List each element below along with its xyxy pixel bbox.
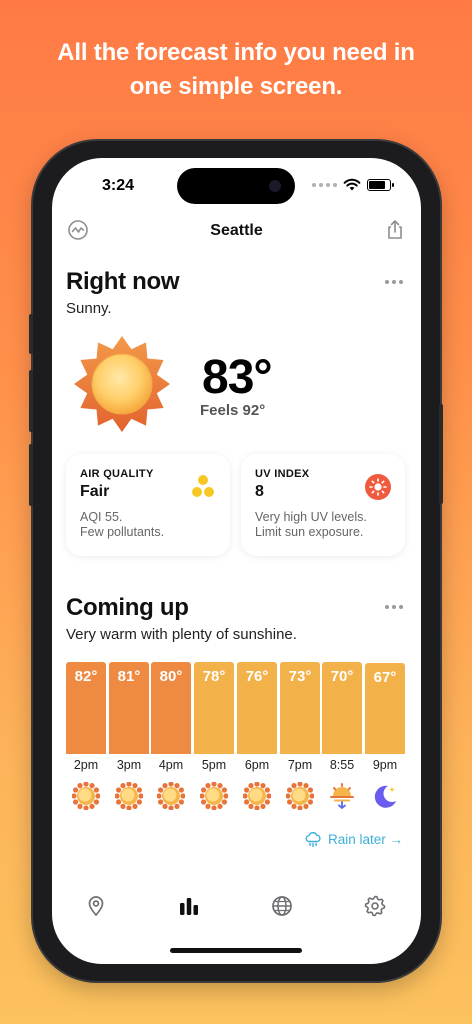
tagline-line-1: All the forecast info you need in bbox=[57, 39, 415, 66]
hour-label: 4pm bbox=[158, 758, 184, 772]
globe-icon[interactable] bbox=[270, 894, 294, 918]
uv-index-card[interactable]: UV INDEX 8 Very high UV levels. Limit su… bbox=[241, 454, 405, 556]
rain-cloud-icon bbox=[305, 831, 321, 848]
share-icon[interactable] bbox=[383, 218, 407, 242]
feels-like: Feels 92° bbox=[200, 402, 266, 419]
nav-bar: Seattle bbox=[52, 218, 421, 248]
dynamic-island bbox=[177, 168, 295, 204]
temperature-bar-label: 67° bbox=[373, 669, 397, 686]
uv-index-desc-1: Very high UV levels. bbox=[255, 510, 367, 524]
current-temperature: 83° bbox=[202, 351, 273, 404]
phone-volume-up bbox=[29, 370, 33, 432]
moon-icon bbox=[371, 782, 411, 810]
right-now-title: Right now bbox=[66, 268, 180, 295]
sun-icon bbox=[242, 781, 283, 811]
status-indicators bbox=[312, 178, 394, 191]
location-icon[interactable] bbox=[84, 894, 108, 918]
city-title[interactable]: Seattle bbox=[52, 222, 421, 240]
tagline: All the forecast info you need in one si… bbox=[0, 36, 472, 104]
hourly-temperature-chart: 82° 81° 80° 78° 76° 73° 70° 67° bbox=[66, 598, 406, 754]
sun-icon bbox=[285, 781, 326, 811]
sun-large-icon bbox=[74, 336, 170, 432]
hour-label: 3pm bbox=[116, 758, 142, 772]
air-quality-card[interactable]: AIR QUALITY Fair AQI 55. Few pollutants. bbox=[66, 454, 230, 556]
temperature-bar-label: 80° bbox=[159, 668, 183, 685]
phone-action-button bbox=[29, 314, 33, 354]
sun-icon bbox=[156, 781, 197, 811]
signal-icon bbox=[312, 182, 337, 187]
hour-label: 5pm bbox=[201, 758, 227, 772]
sun-icon bbox=[71, 781, 112, 811]
sun-icon bbox=[199, 781, 240, 811]
chart-bars-icon[interactable] bbox=[177, 894, 201, 918]
tagline-line-2: one simple screen. bbox=[129, 73, 343, 100]
air-quality-dots-icon bbox=[192, 475, 214, 497]
air-quality-desc: AQI 55. Few pollutants. bbox=[80, 510, 216, 540]
sun-icon bbox=[114, 781, 155, 811]
hour-label: 6pm bbox=[244, 758, 270, 772]
hour-label: 8:55 bbox=[329, 758, 355, 772]
status-time: 3:24 bbox=[102, 177, 135, 194]
phone-volume-down bbox=[29, 444, 33, 506]
hour-label: 7pm bbox=[287, 758, 313, 772]
app-screen: 3:24 Seattle Right now Sunny. 83° Feels … bbox=[52, 158, 421, 964]
uv-index-desc: Very high UV levels. Limit sun exposure. bbox=[255, 510, 391, 540]
rain-later-text: Rain later → bbox=[327, 831, 403, 847]
temperature-bar-label: 81° bbox=[117, 668, 141, 685]
air-quality-desc-1: AQI 55. bbox=[80, 510, 123, 524]
uv-index-desc-2: Limit sun exposure. bbox=[255, 525, 364, 539]
home-indicator bbox=[170, 948, 302, 953]
temperature-bar-label: 76° bbox=[245, 668, 269, 685]
hour-label: 2pm bbox=[73, 758, 99, 772]
gear-icon[interactable] bbox=[363, 894, 387, 918]
air-quality-desc-2: Few pollutants. bbox=[80, 525, 165, 539]
hour-label: 9pm bbox=[372, 758, 398, 772]
wifi-icon bbox=[343, 178, 361, 191]
rain-later-link[interactable]: Rain later → bbox=[304, 830, 403, 848]
phone-power-button bbox=[439, 404, 443, 504]
sunset-icon bbox=[328, 782, 368, 810]
temperature-bar-label: 70° bbox=[330, 668, 354, 685]
temperature-bar-label: 73° bbox=[288, 668, 312, 685]
tab-bar bbox=[52, 894, 421, 924]
temperature-bar-label: 78° bbox=[202, 668, 226, 685]
temperature-bar-label: 82° bbox=[74, 668, 98, 685]
battery-icon bbox=[367, 178, 394, 191]
right-now-more-icon[interactable] bbox=[385, 280, 403, 284]
current-condition: Sunny. bbox=[66, 300, 112, 317]
uv-sun-icon bbox=[365, 474, 391, 500]
